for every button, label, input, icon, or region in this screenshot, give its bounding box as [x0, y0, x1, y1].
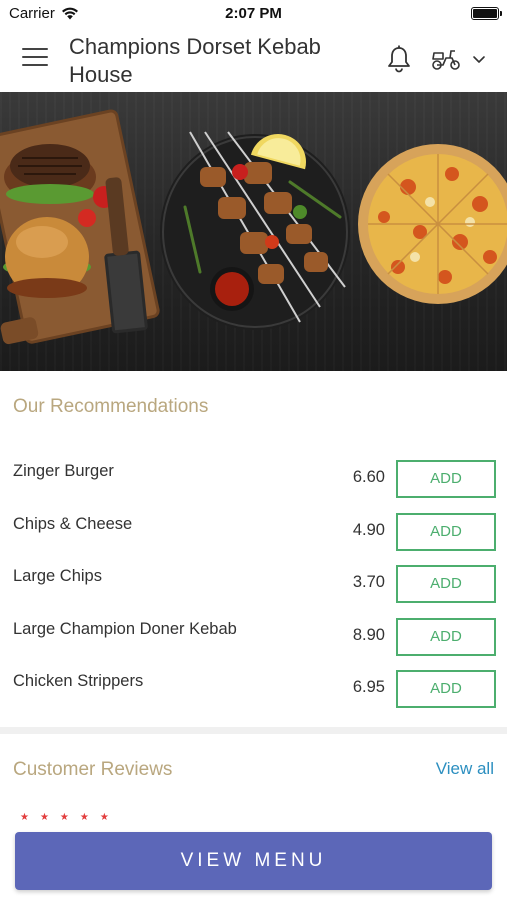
- item-name: Zinger Burger: [13, 462, 114, 480]
- item-price: 6.95: [352, 678, 385, 696]
- item-price: 4.90: [352, 520, 385, 539]
- item-name: Large Champion Doner Kebab: [13, 619, 237, 638]
- add-button[interactable]: ADD: [396, 512, 496, 551]
- item-price: 6.60: [352, 468, 385, 486]
- hamburger-menu-icon[interactable]: [22, 48, 48, 68]
- app-header: Champions Dorset Kebab House: [0, 26, 507, 93]
- add-button[interactable]: ADD: [396, 617, 496, 656]
- battery-icon: [471, 7, 502, 20]
- list-item: Large Chips 3.70 ADD: [0, 553, 507, 606]
- bell-icon[interactable]: [385, 44, 413, 74]
- section-divider: [0, 727, 507, 734]
- item-price: 3.70: [352, 573, 385, 591]
- page-title: Champions Dorset Kebab House: [69, 34, 321, 87]
- status-bar: Carrier 2:07 PM: [0, 0, 507, 26]
- add-button[interactable]: ADD: [396, 565, 496, 603]
- item-name: Chips & Cheese: [13, 514, 133, 533]
- item-name: Large Chips: [13, 567, 102, 585]
- rating-stars: ★★★★★: [20, 812, 120, 823]
- reviews-heading: Customer Reviews: [13, 759, 173, 780]
- food-illustration: [0, 109, 507, 345]
- list-item: Chicken Strippers 6.95 ADD: [0, 658, 507, 711]
- list-item: Zinger Burger 6.60 ADD: [0, 448, 507, 501]
- chevron-down-icon[interactable]: [471, 52, 487, 66]
- item-name: Chicken Strippers: [13, 672, 144, 690]
- view-all-link[interactable]: View all: [436, 759, 494, 779]
- list-item: Chips & Cheese 4.90 ADD: [0, 501, 507, 554]
- recommendations-heading: Our Recommendations: [13, 396, 209, 417]
- status-time: 2:07 PM: [225, 5, 282, 22]
- view-menu-button[interactable]: VIEW MENU: [15, 832, 492, 890]
- recommendations-list: Zinger Burger 6.60 ADD Chips & Cheese 4.…: [0, 448, 507, 711]
- scooter-icon[interactable]: [430, 46, 462, 72]
- hero-food-image: [0, 92, 507, 371]
- list-item: Large Champion Doner Kebab 8.90 ADD: [0, 606, 507, 659]
- add-button[interactable]: ADD: [396, 670, 496, 708]
- add-button[interactable]: ADD: [396, 460, 496, 498]
- item-price: 8.90: [352, 625, 385, 644]
